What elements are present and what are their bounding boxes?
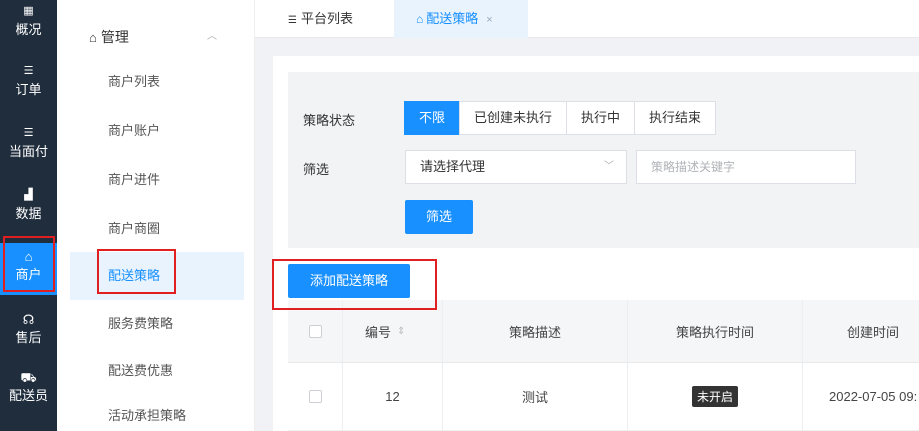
list-icon: ☰ bbox=[288, 15, 297, 26]
column-header-id[interactable]: 编号 ⇕ bbox=[343, 300, 443, 362]
sub-item-merchant-onboarding[interactable]: 商户进件 bbox=[70, 156, 244, 204]
list-icon: ☰ bbox=[23, 127, 34, 139]
courier-icon: ⛟ bbox=[20, 370, 37, 385]
grid-icon: ▦ bbox=[23, 5, 34, 17]
status-badge: 未开启 bbox=[691, 386, 738, 407]
filter-label: 筛选 bbox=[303, 162, 330, 177]
tab-bar: ☰ 平台列表 ⌂ 配送策略 × bbox=[255, 0, 919, 38]
close-icon[interactable]: × bbox=[486, 14, 492, 26]
row-checkbox[interactable] bbox=[308, 390, 322, 403]
main-nav: ▦ 概况 ☰ 订单 ☰ 当面付 ▟ 数据 ⌂ 商户 ☊ 售后 ⛟ 配送员 bbox=[0, 0, 57, 431]
agent-select[interactable]: 请选择代理 ﹀ bbox=[405, 150, 627, 184]
table-header: 编号 ⇕ 策略描述 策略执行时间 创建时间 bbox=[288, 300, 919, 363]
group-title[interactable]: ⌂ 管理 ︿ bbox=[89, 27, 217, 47]
table-row[interactable]: 12 测试 未开启 2022-07-05 09: bbox=[288, 363, 919, 431]
nav-item-orders[interactable]: ☰ 订单 bbox=[0, 58, 57, 110]
status-label: 策略状态 bbox=[303, 113, 356, 128]
store-icon: ⌂ bbox=[24, 249, 33, 264]
cell-created-time: 2022-07-05 09: bbox=[829, 389, 918, 404]
cell-id: 12 bbox=[343, 363, 443, 430]
keyword-search-input[interactable] bbox=[636, 150, 856, 184]
sub-item-delivery-fee-discount[interactable]: 配送费优惠 bbox=[70, 347, 244, 395]
nav-item-after-sales[interactable]: ☊ 售后 bbox=[0, 306, 57, 358]
tab-platform-list[interactable]: ☰ 平台列表 bbox=[288, 0, 353, 38]
list-icon: ☰ bbox=[23, 65, 34, 77]
chevron-down-icon: ﹀ bbox=[604, 161, 614, 172]
status-segmented-control: 不限 已创建未执行 执行中 执行结束 bbox=[404, 101, 717, 135]
column-header-description: 策略描述 bbox=[443, 300, 628, 362]
nav-item-courier[interactable]: ⛟ 配送员 bbox=[0, 364, 57, 416]
nav-item-merchant[interactable]: ⌂ 商户 bbox=[0, 243, 57, 295]
sub-item-merchant-district[interactable]: 商户商圈 bbox=[70, 205, 244, 253]
nav-item-overview[interactable]: ▦ 概况 bbox=[0, 0, 57, 44]
status-option-running[interactable]: 执行中 bbox=[566, 101, 636, 135]
main-content: 策略状态 不限 已创建未执行 执行中 执行结束 筛选 请选择代理 ﹀ 筛选 添加… bbox=[273, 56, 919, 431]
sort-icon[interactable]: ⇕ bbox=[397, 326, 405, 337]
tab-delivery-strategy[interactable]: ⌂ 配送策略 × bbox=[394, 0, 528, 38]
status-option-finished[interactable]: 执行结束 bbox=[634, 101, 717, 135]
filter-panel: 策略状态 不限 已创建未执行 执行中 执行结束 筛选 请选择代理 ﹀ 筛选 bbox=[288, 72, 919, 248]
chevron-up-icon: ︿ bbox=[207, 31, 217, 42]
sub-item-merchant-account[interactable]: 商户账户 bbox=[70, 107, 244, 155]
select-all-checkbox[interactable] bbox=[308, 324, 322, 338]
filter-button[interactable]: 筛选 bbox=[405, 200, 473, 234]
column-header-created-time: 创建时间 bbox=[846, 324, 899, 340]
cell-description: 测试 bbox=[443, 363, 628, 430]
store-icon: ⌂ bbox=[416, 12, 424, 26]
bar-chart-icon: ▟ bbox=[24, 189, 33, 201]
nav-item-data[interactable]: ▟ 数据 bbox=[0, 182, 57, 234]
headset-icon: ☊ bbox=[22, 312, 35, 327]
store-icon: ⌂ bbox=[89, 30, 97, 45]
column-header-exec-time: 策略执行时间 bbox=[628, 300, 803, 362]
sub-item-merchant-list[interactable]: 商户列表 bbox=[70, 58, 244, 106]
status-option-any[interactable]: 不限 bbox=[404, 101, 461, 135]
status-option-created-not-run[interactable]: 已创建未执行 bbox=[459, 101, 568, 135]
sub-nav: ⌂ 管理 ︿ 商户列表 商户账户 商户进件 商户商圈 配送策略 服务费策略 配送费… bbox=[57, 0, 255, 431]
add-delivery-strategy-button[interactable]: 添加配送策略 bbox=[288, 264, 410, 298]
sub-item-activity-cost-strategy[interactable]: 活动承担策略 bbox=[70, 392, 244, 431]
nav-item-face-pay[interactable]: ☰ 当面付 bbox=[0, 120, 57, 172]
sub-item-delivery-strategy[interactable]: 配送策略 bbox=[70, 252, 244, 300]
sub-item-service-fee-strategy[interactable]: 服务费策略 bbox=[70, 300, 244, 348]
